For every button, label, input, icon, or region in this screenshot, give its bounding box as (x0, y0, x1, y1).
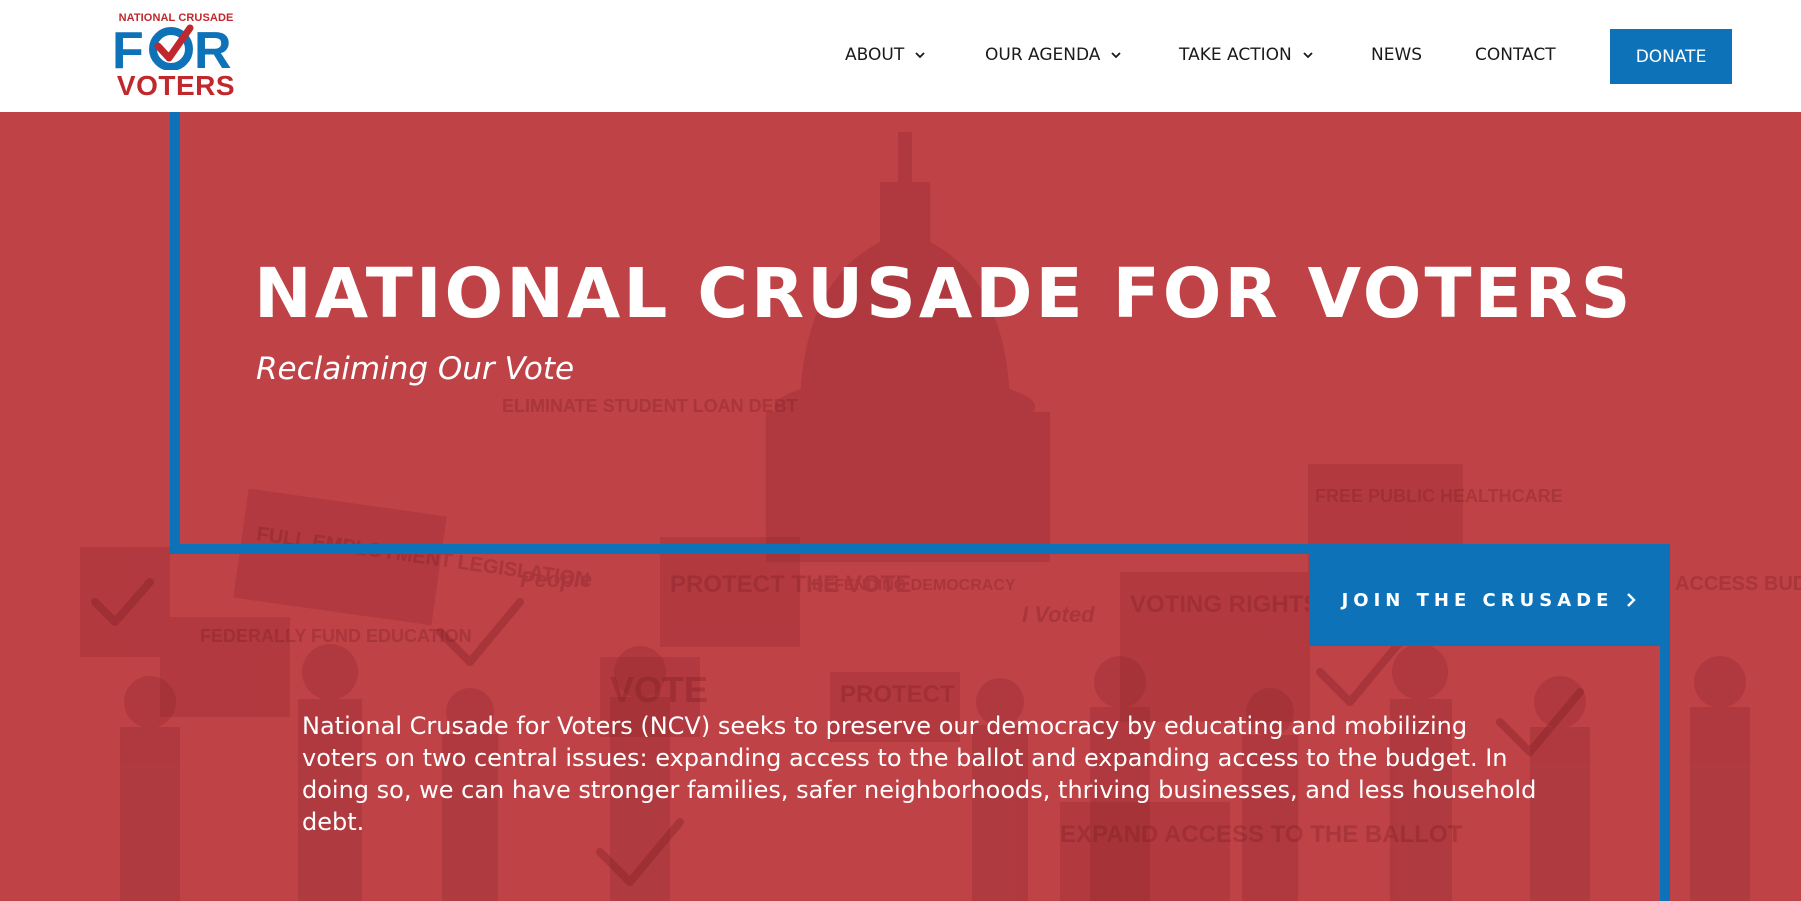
join-the-crusade-button[interactable]: JOIN THE CRUSADE (1309, 554, 1670, 646)
svg-text:R: R (194, 24, 232, 70)
nav-contact[interactable]: CONTACT (1475, 45, 1556, 65)
hero-frame-left (170, 112, 180, 552)
hero-title: NATIONAL CRUSADE FOR VOTERS (254, 254, 1634, 334)
sign-text: VOTE (610, 669, 708, 710)
chevron-right-icon (1627, 593, 1637, 607)
hero-section: ELIMINATE STUDENT LOAN DEBT FREE PUBLIC … (0, 112, 1801, 901)
site-header: NATIONAL CRUSADE F R VOTERS ABOUT OUR AG… (0, 0, 1801, 112)
sign-text: ACCESS BUDGET (1675, 573, 1801, 595)
donate-button[interactable]: DONATE (1610, 29, 1732, 84)
hero-description: National Crusade for Voters (NCV) seeks … (302, 712, 1537, 836)
sign-text: I Voted (1022, 602, 1095, 627)
nav-news-label: NEWS (1371, 45, 1423, 65)
chevron-down-icon (915, 52, 925, 59)
nav-our-agenda[interactable]: OUR AGENDA (985, 45, 1122, 65)
sign-text: DEFENDING DEMOCRACY (812, 577, 1016, 594)
site-logo[interactable]: NATIONAL CRUSADE F R VOTERS (112, 12, 240, 100)
chevron-down-icon (1303, 52, 1313, 59)
nav-about-label: ABOUT (845, 45, 905, 65)
nav-contact-label: CONTACT (1475, 45, 1556, 65)
svg-text:F: F (112, 24, 144, 70)
logo-for-checkmark: F R (112, 24, 232, 70)
logo-top-text: NATIONAL CRUSADE (118, 12, 234, 24)
join-button-label: JOIN THE CRUSADE (1341, 589, 1614, 611)
sign-text: FEDERALLY FUND EDUCATION (200, 626, 472, 646)
hero-subtitle: Reclaiming Our Vote (256, 351, 575, 387)
sign-text: ELIMINATE STUDENT LOAN DEBT (502, 396, 798, 416)
logo-bottom-text: VOTERS (116, 70, 236, 101)
nav-take-action-label: TAKE ACTION (1179, 45, 1292, 65)
sign-text: FREE PUBLIC HEALTHCARE (1315, 486, 1563, 506)
hero-frame-middle (170, 544, 1670, 554)
sign-text: People (520, 567, 592, 592)
nav-news[interactable]: NEWS (1371, 45, 1422, 65)
sign-text: PROTECT (840, 681, 955, 708)
nav-take-action[interactable]: TAKE ACTION (1179, 45, 1314, 65)
nav-our-agenda-label: OUR AGENDA (985, 45, 1101, 65)
nav-about[interactable]: ABOUT (845, 45, 926, 65)
chevron-down-icon (1111, 52, 1122, 59)
